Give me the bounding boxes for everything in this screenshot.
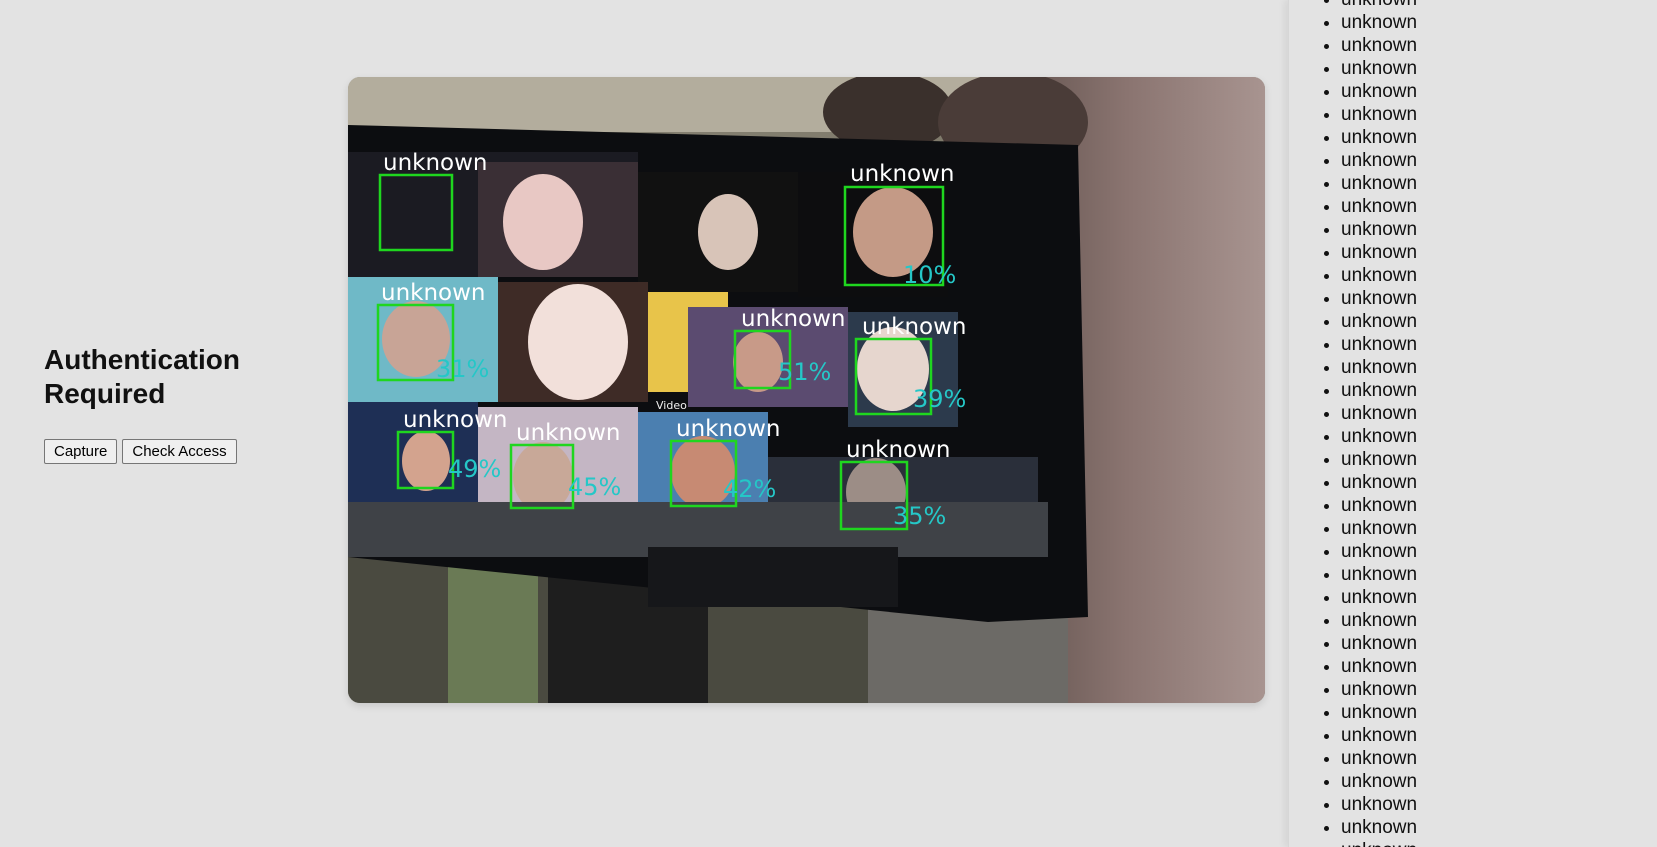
result-item: unknown bbox=[1341, 34, 1657, 57]
detection-confidence: 49% bbox=[448, 455, 501, 483]
detection-confidence: 42% bbox=[723, 475, 776, 503]
check-access-button[interactable]: Check Access bbox=[122, 439, 237, 464]
detection-label: unknown bbox=[403, 407, 508, 433]
result-item: unknown bbox=[1341, 701, 1657, 724]
result-item: unknown bbox=[1341, 655, 1657, 678]
detection-confidence: 35% bbox=[893, 502, 946, 530]
result-item: unknown bbox=[1341, 0, 1657, 11]
result-item: unknown bbox=[1341, 839, 1657, 847]
video-overlay-label: Video bbox=[656, 399, 687, 412]
result-item: unknown bbox=[1341, 126, 1657, 149]
result-item: unknown bbox=[1341, 80, 1657, 103]
auth-panel: Authentication Required Capture Check Ac… bbox=[44, 343, 304, 464]
camera-image: Video unknown unknown 10% unknown 31% un… bbox=[348, 77, 1265, 703]
detection-confidence: 10% bbox=[903, 261, 956, 289]
result-item: unknown bbox=[1341, 471, 1657, 494]
result-item: unknown bbox=[1341, 494, 1657, 517]
detection-label: unknown bbox=[741, 306, 846, 332]
result-item: unknown bbox=[1341, 586, 1657, 609]
result-item: unknown bbox=[1341, 402, 1657, 425]
result-item: unknown bbox=[1341, 218, 1657, 241]
result-item: unknown bbox=[1341, 241, 1657, 264]
detection-label: unknown bbox=[516, 420, 621, 446]
result-item: unknown bbox=[1341, 103, 1657, 126]
detection-confidence: 31% bbox=[436, 355, 489, 383]
result-item: unknown bbox=[1341, 195, 1657, 218]
result-item: unknown bbox=[1341, 609, 1657, 632]
result-item: unknown bbox=[1341, 747, 1657, 770]
result-item: unknown bbox=[1341, 448, 1657, 471]
detection-label: unknown bbox=[676, 416, 781, 442]
detection-confidence: 45% bbox=[568, 473, 621, 501]
result-item: unknown bbox=[1341, 287, 1657, 310]
result-item: unknown bbox=[1341, 678, 1657, 701]
result-item: unknown bbox=[1341, 379, 1657, 402]
result-item: unknown bbox=[1341, 57, 1657, 80]
result-item: unknown bbox=[1341, 793, 1657, 816]
result-item: unknown bbox=[1341, 310, 1657, 333]
result-item: unknown bbox=[1341, 264, 1657, 287]
page-title: Authentication Required bbox=[44, 344, 240, 409]
detection-label: unknown bbox=[850, 161, 955, 187]
result-item: unknown bbox=[1341, 770, 1657, 793]
result-item: unknown bbox=[1341, 149, 1657, 172]
result-item: unknown bbox=[1341, 425, 1657, 448]
result-item: unknown bbox=[1341, 563, 1657, 586]
camera-feed: Video unknown unknown 10% unknown 31% un… bbox=[348, 77, 1265, 703]
result-item: unknown bbox=[1341, 172, 1657, 195]
detection-label: unknown bbox=[383, 150, 488, 176]
result-item: unknown bbox=[1341, 333, 1657, 356]
button-row: Capture Check Access bbox=[44, 439, 304, 464]
results-list: unknownunknownunknownunknownunknownunkno… bbox=[1289, 0, 1657, 847]
detection-label: unknown bbox=[862, 314, 967, 340]
detection-confidence: 39% bbox=[913, 385, 966, 413]
result-item: unknown bbox=[1341, 11, 1657, 34]
capture-button[interactable]: Capture bbox=[44, 439, 118, 464]
result-item: unknown bbox=[1341, 540, 1657, 563]
detection-label: unknown bbox=[381, 280, 486, 306]
result-item: unknown bbox=[1341, 816, 1657, 839]
result-item: unknown bbox=[1341, 724, 1657, 747]
results-sidebar[interactable]: unknownunknownunknownunknownunknownunkno… bbox=[1288, 0, 1657, 847]
result-item: unknown bbox=[1341, 517, 1657, 540]
result-item: unknown bbox=[1341, 632, 1657, 655]
result-item: unknown bbox=[1341, 356, 1657, 379]
detection-label: unknown bbox=[846, 437, 951, 463]
detection-confidence: 51% bbox=[778, 358, 831, 386]
